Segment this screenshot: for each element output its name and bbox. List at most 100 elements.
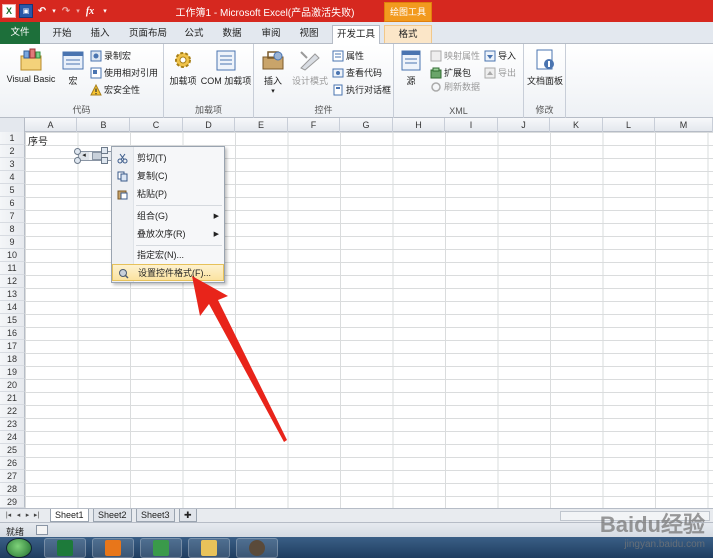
row-header[interactable]: 11 — [0, 262, 25, 275]
row-header[interactable]: 25 — [0, 444, 25, 457]
insert-function-icon[interactable]: fx — [84, 4, 96, 18]
taskbar-app-button[interactable] — [140, 538, 182, 558]
column-header[interactable]: M — [655, 118, 713, 132]
next-sheet-icon[interactable]: ▸ — [23, 511, 32, 520]
row-header[interactable]: 29 — [0, 496, 25, 508]
taskbar-folder-button[interactable] — [188, 538, 230, 558]
row-header[interactable]: 9 — [0, 236, 25, 249]
macro-record-status-icon[interactable] — [36, 525, 48, 535]
taskbar-excel-button[interactable] — [44, 538, 86, 558]
column-header[interactable]: F — [288, 118, 340, 132]
prev-sheet-icon[interactable]: ◂ — [14, 511, 23, 520]
taskbar-app-button[interactable] — [236, 538, 278, 558]
map-properties-button[interactable]: 映射属性 — [430, 48, 480, 64]
menu-item-cut[interactable]: 剪切(T) — [112, 150, 224, 167]
column-header[interactable]: E — [235, 118, 288, 132]
menu-item-paste[interactable]: 粘贴(P) — [112, 186, 224, 203]
row-header[interactable]: 26 — [0, 457, 25, 470]
column-header[interactable]: A — [25, 118, 77, 132]
properties-button[interactable]: 属性 — [332, 48, 364, 64]
insert-sheet-icon[interactable]: ✚ — [179, 509, 197, 522]
row-header[interactable]: 15 — [0, 314, 25, 327]
record-macro-button[interactable]: 录制宏 — [90, 48, 131, 64]
addins-button[interactable]: 加载项 — [168, 48, 198, 87]
tab-developer[interactable]: 开发工具 — [332, 25, 380, 45]
visual-basic-button[interactable]: Visual Basic — [4, 48, 58, 84]
undo-icon[interactable]: ↶ — [36, 4, 48, 18]
row-header[interactable]: 7 — [0, 210, 25, 223]
tab-data[interactable]: 数据 — [216, 25, 248, 43]
taskbar-app-button[interactable] — [92, 538, 134, 558]
excel-app-icon[interactable]: X — [2, 4, 16, 18]
row-header[interactable]: 17 — [0, 340, 25, 353]
select-all-corner[interactable] — [0, 118, 25, 132]
row-header[interactable]: 2 — [0, 145, 25, 158]
insert-control-button[interactable]: 插入 ▾ — [258, 48, 288, 95]
row-header[interactable]: 23 — [0, 418, 25, 431]
menu-item-order[interactable]: 叠放次序(R) ▶ — [112, 226, 224, 243]
tab-view[interactable]: 视图 — [293, 25, 325, 43]
row-header[interactable]: 18 — [0, 353, 25, 366]
resize-handle[interactable] — [74, 157, 81, 164]
sheet-tab-sheet3[interactable]: Sheet3 — [136, 509, 175, 522]
row-header[interactable]: 27 — [0, 470, 25, 483]
row-header[interactable]: 1 — [0, 132, 25, 145]
view-code-button[interactable]: 查看代码 — [332, 65, 382, 81]
last-sheet-icon[interactable]: ▸| — [32, 511, 41, 520]
import-button[interactable]: 导入 — [484, 48, 516, 64]
undo-dropdown-icon[interactable]: ▾ — [51, 4, 57, 18]
menu-item-format-control[interactable]: 设置控件格式(F)... — [112, 264, 224, 281]
tab-insert[interactable]: 插入 — [84, 25, 116, 43]
row-header[interactable]: 20 — [0, 379, 25, 392]
com-addins-button[interactable]: COM 加载项 — [200, 48, 252, 87]
column-header[interactable]: I — [445, 118, 498, 132]
row-header[interactable]: 13 — [0, 288, 25, 301]
resize-handle[interactable] — [74, 148, 81, 155]
row-header[interactable]: 5 — [0, 184, 25, 197]
row-header[interactable]: 4 — [0, 171, 25, 184]
row-header[interactable]: 8 — [0, 223, 25, 236]
customize-qat-icon[interactable]: ▾ — [99, 4, 111, 18]
tab-page-layout[interactable]: 页面布局 — [124, 25, 172, 43]
row-header[interactable]: 22 — [0, 405, 25, 418]
xml-source-button[interactable]: 源 — [398, 48, 424, 87]
row-header[interactable]: 24 — [0, 431, 25, 444]
redo-dropdown-icon[interactable]: ▾ — [75, 4, 81, 18]
row-header[interactable]: 16 — [0, 327, 25, 340]
row-header[interactable]: 14 — [0, 301, 25, 314]
sheet-tab-sheet2[interactable]: Sheet2 — [93, 509, 132, 522]
row-header[interactable]: 19 — [0, 366, 25, 379]
insert-dropdown-icon[interactable]: ▾ — [258, 87, 288, 95]
relative-reference-button[interactable]: 使用相对引用 — [90, 65, 158, 81]
menu-item-copy[interactable]: 复制(C) — [112, 168, 224, 185]
macros-button[interactable]: 宏 — [60, 48, 86, 87]
column-header[interactable]: B — [78, 118, 130, 132]
row-header[interactable]: 6 — [0, 197, 25, 210]
column-header[interactable]: H — [393, 118, 445, 132]
refresh-data-button[interactable]: 刷新数据 — [430, 79, 480, 95]
macro-security-button[interactable]: 宏安全性 — [90, 82, 140, 98]
run-dialog-button[interactable]: 执行对话框 — [332, 82, 391, 98]
resize-handle[interactable] — [101, 157, 108, 164]
tab-home[interactable]: 开始 — [46, 25, 78, 43]
row-header[interactable]: 12 — [0, 275, 25, 288]
tab-format[interactable]: 格式 — [384, 25, 432, 43]
tab-review[interactable]: 审阅 — [255, 25, 287, 43]
cell-a1[interactable]: 序号 — [28, 133, 48, 148]
export-button[interactable]: 导出 — [484, 65, 516, 81]
resize-handle[interactable] — [101, 147, 108, 154]
design-mode-button[interactable]: 设计模式 — [290, 48, 330, 87]
row-header[interactable]: 3 — [0, 158, 25, 171]
column-header[interactable]: K — [550, 118, 603, 132]
row-header[interactable]: 28 — [0, 483, 25, 496]
document-panel-button[interactable]: 文档面板 — [526, 48, 564, 87]
column-header[interactable]: G — [340, 118, 393, 132]
column-header[interactable]: J — [498, 118, 550, 132]
save-icon[interactable]: ▣ — [19, 4, 33, 18]
menu-item-assign-macro[interactable]: 指定宏(N)... — [112, 247, 224, 264]
tab-formulas[interactable]: 公式 — [178, 25, 210, 43]
column-header[interactable]: C — [130, 118, 183, 132]
row-header[interactable]: 10 — [0, 249, 25, 262]
sheet-tab-sheet1[interactable]: Sheet1 — [50, 509, 89, 522]
first-sheet-icon[interactable]: |◂ — [4, 511, 13, 520]
